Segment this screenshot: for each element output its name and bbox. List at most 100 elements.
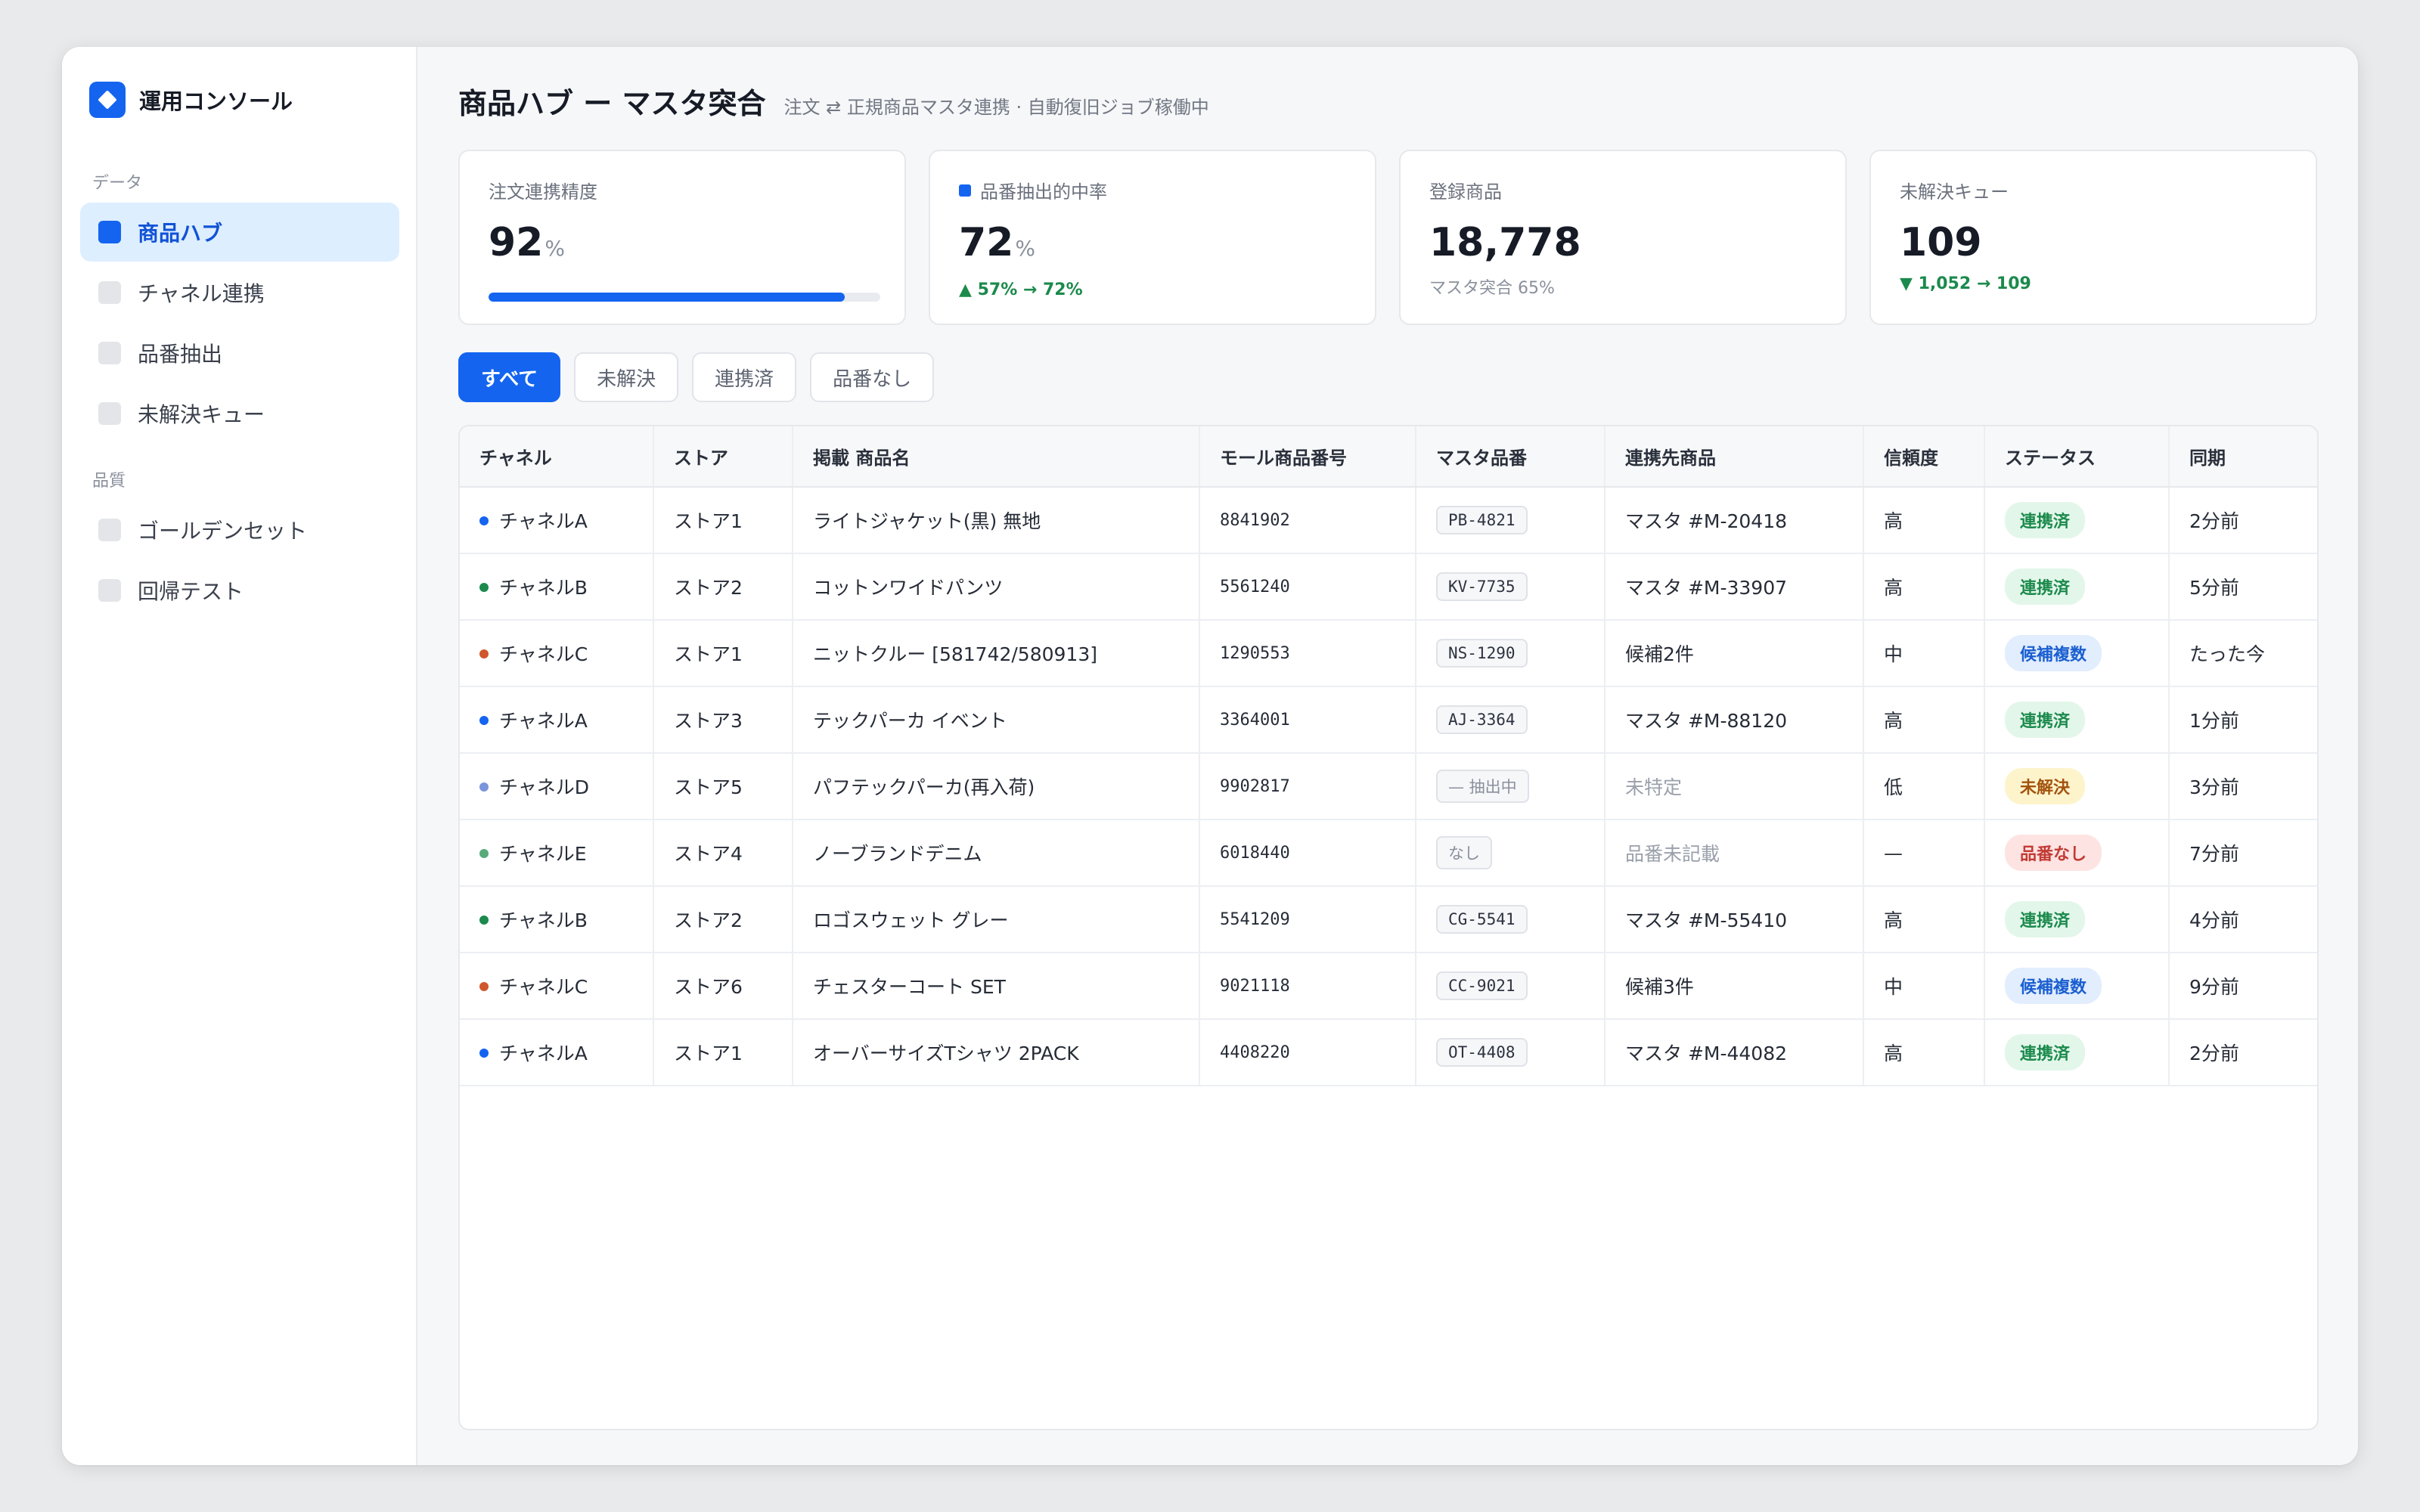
column-header-linked-product[interactable]: 連携先商品 [1605,426,1864,488]
column-header-listing-name[interactable]: 掲載 商品名 [793,426,1200,488]
sidebar: 運用コンソール データ 商品ハブ チャネル連携 品番抽出 未解決キュー 品質 ゴ… [62,47,417,1465]
column-header-status[interactable]: ステータス [1984,426,2170,488]
channel-dot-icon [479,849,489,858]
cell-status: 品番なし [1984,820,2170,887]
channel-dot-icon [479,516,489,525]
sidebar-item-product-hub[interactable]: 商品ハブ [80,203,399,262]
cell-sync: 2分前 [2169,487,2317,554]
filter-unresolved[interactable]: 未解決 [574,352,679,402]
cell-sync: 7分前 [2169,820,2317,887]
cell-confidence: 低 [1863,753,1985,820]
cell-mall-number: 8841902 [1199,487,1416,554]
sidebar-item-label: 商品ハブ [138,221,223,246]
sku-tag: OT-4408 [1436,1038,1528,1067]
cell-store: ストア1 [653,1019,793,1086]
sidebar-item-unresolved-queue[interactable]: 未解決キュー [80,384,399,443]
table-row[interactable]: チャネルA ストア3 テックパーカ イベント 3364001 AJ-3364 マスタ #M… [460,686,2317,754]
cell-status: 連携済 [1984,1019,2170,1086]
table-row[interactable]: チャネルE ストア4 ノーブランドデニム 6018440 なし 品番未記載 — 品番なし 7分前 [460,820,2317,887]
cell-store: ストア2 [653,553,793,621]
sku-tag: AJ-3364 [1436,705,1528,734]
table-row[interactable]: チャネルB ストア2 コットンワイドパンツ 5561240 KV-7735 マスタ #M-… [460,553,2317,621]
cell-mall-number: 6018440 [1199,820,1416,887]
channel-dot-icon [479,982,489,991]
filter-linked[interactable]: 連携済 [692,352,797,402]
filter-tabs: すべて 未解決 連携済 品番なし [458,352,948,402]
square-icon [98,402,121,425]
sku-tag: なし [1436,836,1492,869]
cell-store: ストア6 [653,953,793,1020]
table-row[interactable]: チャネルB ストア2 ロゴスウェット グレー 5541209 CG-5541 マスタ #M… [460,886,2317,953]
cell-mall-number: 9021118 [1199,953,1416,1020]
cell-confidence: 高 [1863,553,1985,621]
cell-master-sku: NS-1290 [1416,620,1606,687]
channel-dot-icon [479,583,489,592]
status-badge: 連携済 [2005,569,2086,605]
column-header-channel[interactable]: チャネル [460,426,654,488]
cell-sync: 3分前 [2169,753,2317,820]
channel-dot-icon [479,716,489,725]
sku-tag: KV-7735 [1436,572,1528,601]
sku-tag: NS-1290 [1436,639,1528,668]
cell-master-sku: CC-9021 [1416,953,1606,1020]
cell-linked-product[interactable]: マスタ #M-44082 [1605,1019,1864,1086]
column-header-confidence[interactable]: 信頼度 [1863,426,1985,488]
cell-channel: チャネルA [460,1019,654,1086]
kpi-value: 109 [1900,220,1982,265]
cell-linked-product[interactable]: 未特定 [1605,753,1864,820]
sidebar-item-channel-link[interactable]: チャネル連携 [80,263,399,322]
filter-all[interactable]: すべて [458,352,561,402]
cell-master-sku: AJ-3364 [1416,686,1606,754]
cell-linked-product[interactable]: 品番未記載 [1605,820,1864,887]
cell-linked-product[interactable]: 候補2件 [1605,620,1864,687]
cell-linked-product[interactable]: マスタ #M-88120 [1605,686,1864,754]
cell-mall-number: 3364001 [1199,686,1416,754]
cell-status: 候補複数 [1984,953,2170,1020]
table-row[interactable]: チャネルA ストア1 オーバーサイズTシャツ 2PACK 4408220 OT-4408… [460,1019,2317,1086]
column-header-store[interactable]: ストア [653,426,793,488]
status-badge: 品番なし [2005,835,2102,871]
status-badge: 連携済 [2005,1034,2086,1070]
cell-confidence: 中 [1863,953,1985,1020]
table-row[interactable]: チャネルD ストア5 パフテックパーカ(再入荷) 9902817 — 抽出中 未特定低未解… [460,753,2317,820]
cell-listing-name: ロゴスウェット グレー [793,886,1200,953]
brand[interactable]: 運用コンソール [89,80,293,119]
cell-listing-name: オーバーサイズTシャツ 2PACK [793,1019,1200,1086]
status-badge: 候補複数 [2005,968,2102,1004]
cell-status: 連携済 [1984,487,2170,554]
cell-linked-product[interactable]: マスタ #M-33907 [1605,553,1864,621]
kpi-card-sku-hit-rate: 品番抽出的中率 72% ▲ 57% → 72% [929,150,1376,325]
sidebar-item-golden-set[interactable]: ゴールデンセット [80,500,399,559]
kpi-value: 72% [959,220,1035,265]
table-row[interactable]: チャネルC ストア1 ニットクルー [581742/580913] 1290553 NS… [460,620,2317,687]
sidebar-item-sku-extract[interactable]: 品番抽出 [80,324,399,383]
cell-mall-number: 9902817 [1199,753,1416,820]
table-row[interactable]: チャネルA ストア1 ライトジャケット(黒) 無地 8841902 PB-4821 マスタ… [460,487,2317,554]
column-header-sync[interactable]: 同期 [2169,426,2317,488]
column-header-mall-number[interactable]: モール商品番号 [1199,426,1416,488]
column-header-master-sku[interactable]: マスタ品番 [1416,426,1606,488]
cell-linked-product[interactable]: マスタ #M-55410 [1605,886,1864,953]
kpi-cards: 注文連携精度 92% 品番抽出的中率 72% ▲ 57% → 72% 登録商品 … [458,150,2319,325]
filter-no-sku[interactable]: 品番なし [810,352,935,402]
cell-confidence: 高 [1863,1019,1985,1086]
progress-bar [489,293,880,302]
cell-listing-name: コットンワイドパンツ [793,553,1200,621]
table-row[interactable]: チャネルC ストア6 チェスターコート SET 9021118 CC-9021 候補3件中… [460,953,2317,1020]
cell-master-sku: — 抽出中 [1416,753,1606,820]
sidebar-item-regression-test[interactable]: 回帰テスト [80,561,399,620]
cell-master-sku: PB-4821 [1416,487,1606,554]
cell-master-sku: CG-5541 [1416,886,1606,953]
cell-linked-product[interactable]: マスタ #M-20418 [1605,487,1864,554]
cell-master-sku: なし [1416,820,1606,887]
logo-icon [89,82,126,118]
cell-channel: チャネルE [460,820,654,887]
cell-listing-name: チェスターコート SET [793,953,1200,1020]
cell-sync: 4分前 [2169,886,2317,953]
table-body: チャネルA ストア1 ライトジャケット(黒) 無地 8841902 PB-4821 マスタ… [460,487,2317,1086]
brand-name: 運用コンソール [139,88,293,114]
cell-linked-product[interactable]: 候補3件 [1605,953,1864,1020]
cell-store: ストア1 [653,487,793,554]
kpi-card-order-accuracy: 注文連携精度 92% [458,150,906,325]
cell-store: ストア2 [653,886,793,953]
